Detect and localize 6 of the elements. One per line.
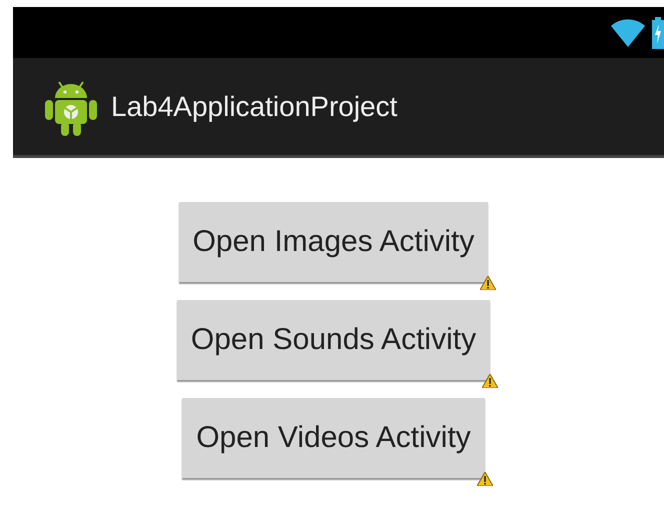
wifi-icon — [610, 18, 646, 48]
app-title: Lab4ApplicationProject — [111, 90, 398, 122]
activity-button[interactable]: Open Videos Activity — [182, 398, 485, 478]
activity-button[interactable]: Open Images Activity — [178, 202, 488, 282]
activity-button[interactable]: Open Sounds Activity — [176, 300, 490, 380]
battery-icon — [652, 16, 664, 48]
